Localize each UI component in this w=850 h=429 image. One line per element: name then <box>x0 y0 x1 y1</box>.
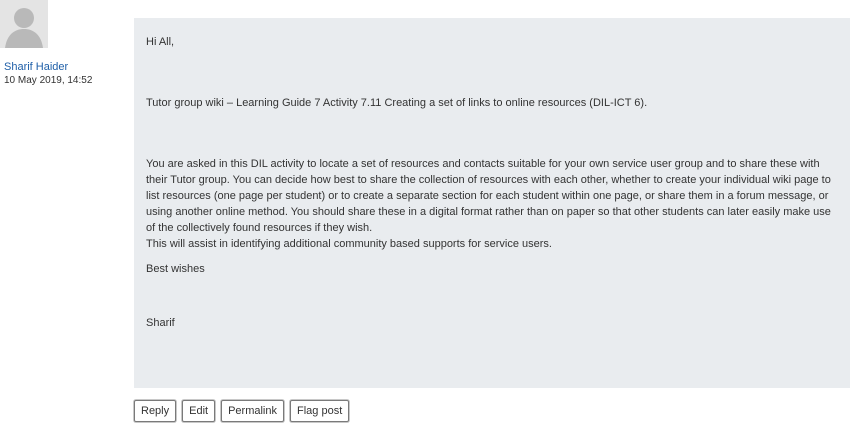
edit-button[interactable]: Edit <box>182 400 216 422</box>
default-user-avatar-icon[interactable] <box>0 0 48 48</box>
post-subject-line: Tutor group wiki – Learning Guide 7 Acti… <box>146 97 648 109</box>
reply-button[interactable]: Reply <box>134 400 177 422</box>
post-main-paragraph: You are asked in this DIL activity to lo… <box>146 158 831 234</box>
permalink-button[interactable]: Permalink <box>221 400 284 422</box>
avatar-silhouette <box>0 0 48 48</box>
post-date: 10 May 2019, 14:52 <box>4 75 93 86</box>
post-actions: Reply Edit Permalink Flag post <box>134 400 350 422</box>
post-closing: Best wishes <box>146 263 205 275</box>
author-name-link[interactable]: Sharif Haider <box>4 61 68 73</box>
post-signature: Sharif <box>146 317 175 329</box>
post-greeting: Hi All, <box>146 36 175 48</box>
post-body: Hi All, Tutor group wiki – Learning Guid… <box>134 18 850 388</box>
post-assist-paragraph: This will assist in identifying addition… <box>146 238 552 250</box>
flag-post-button[interactable]: Flag post <box>290 400 350 422</box>
